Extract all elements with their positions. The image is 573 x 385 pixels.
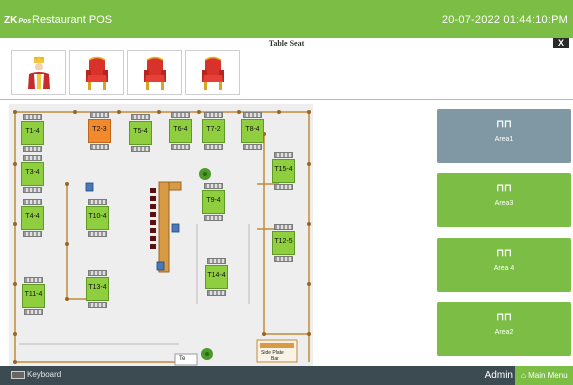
- seat-option-3[interactable]: [127, 50, 182, 95]
- table-t4-4[interactable]: T4-4: [21, 199, 44, 237]
- close-button[interactable]: X: [553, 38, 569, 48]
- table-t9-4[interactable]: T9-4: [202, 183, 225, 221]
- bottom-bar: Keyboard Admin ⌂ Main Menu: [0, 366, 573, 385]
- table-t5-4[interactable]: T5-4: [129, 114, 152, 152]
- table-t6-4[interactable]: T6-4: [169, 112, 192, 150]
- seat-option-1[interactable]: [11, 50, 66, 95]
- table-t10-4[interactable]: T10-4: [86, 199, 109, 237]
- title-bar: ZKPos Restaurant POS 20-07-2022 01:44:10…: [0, 0, 573, 38]
- table-t14-4[interactable]: T14-4: [205, 258, 228, 296]
- home-icon: ⌂: [521, 371, 526, 380]
- table-t3-4[interactable]: T3-4: [21, 155, 44, 193]
- seat-option-2[interactable]: [69, 50, 124, 95]
- partial-table-label: Te: [179, 356, 186, 362]
- main-menu-button[interactable]: ⌂ Main Menu: [515, 366, 573, 385]
- area-button-area3[interactable]: ⊓⊓ Area3: [437, 173, 571, 227]
- pos-window: ZKPos Restaurant POS 20-07-2022 01:44:10…: [0, 0, 573, 385]
- table-t11-4[interactable]: T11-4: [22, 277, 45, 315]
- table-t13-4[interactable]: T13-4: [86, 270, 109, 308]
- table-t12-5[interactable]: T12-5: [272, 224, 295, 262]
- area-button-area1[interactable]: ⊓⊓ Area1: [437, 109, 571, 163]
- app-title: Restaurant POS: [32, 14, 113, 26]
- keyboard-icon: [11, 370, 25, 379]
- datetime-display: 20-07-2022 01:44:10:PM: [441, 14, 568, 26]
- area-button-area4[interactable]: ⊓⊓ Area 4: [437, 238, 571, 292]
- red-throne-chair-icon: [144, 56, 166, 90]
- table-seat-panel: Table Seat X: [0, 38, 573, 100]
- area-table-icon: ⊓⊓: [496, 183, 512, 194]
- area-table-icon: ⊓⊓: [496, 248, 512, 259]
- user-label: Admin: [484, 370, 513, 381]
- area-table-icon: ⊓⊓: [496, 119, 512, 130]
- floor-plan: Side Plate Bar Te T1-4 T2-3 T5-4 T6-4 T7…: [9, 104, 313, 366]
- red-throne-chair-icon: [202, 56, 224, 90]
- area-table-icon: ⊓⊓: [496, 312, 512, 323]
- table-t2-3[interactable]: T2-3: [88, 112, 111, 150]
- bar-label: Bar: [271, 356, 279, 362]
- red-throne-chair-icon: [86, 56, 108, 90]
- table-t8-4[interactable]: T8-4: [241, 112, 264, 150]
- table-t1-4[interactable]: T1-4: [21, 114, 44, 152]
- seat-option-4[interactable]: [185, 50, 240, 95]
- floor-walls: [13, 110, 311, 366]
- table-seat-title: Table Seat: [268, 39, 305, 48]
- king-figure-icon: [28, 56, 50, 89]
- zk-logo: ZKPos: [4, 15, 32, 26]
- table-t7-2[interactable]: T7-2: [202, 112, 225, 150]
- table-t15-4[interactable]: T15-4: [272, 152, 295, 190]
- area-button-area2[interactable]: ⊓⊓ Area2: [437, 302, 571, 356]
- keyboard-button[interactable]: Keyboard: [11, 370, 61, 379]
